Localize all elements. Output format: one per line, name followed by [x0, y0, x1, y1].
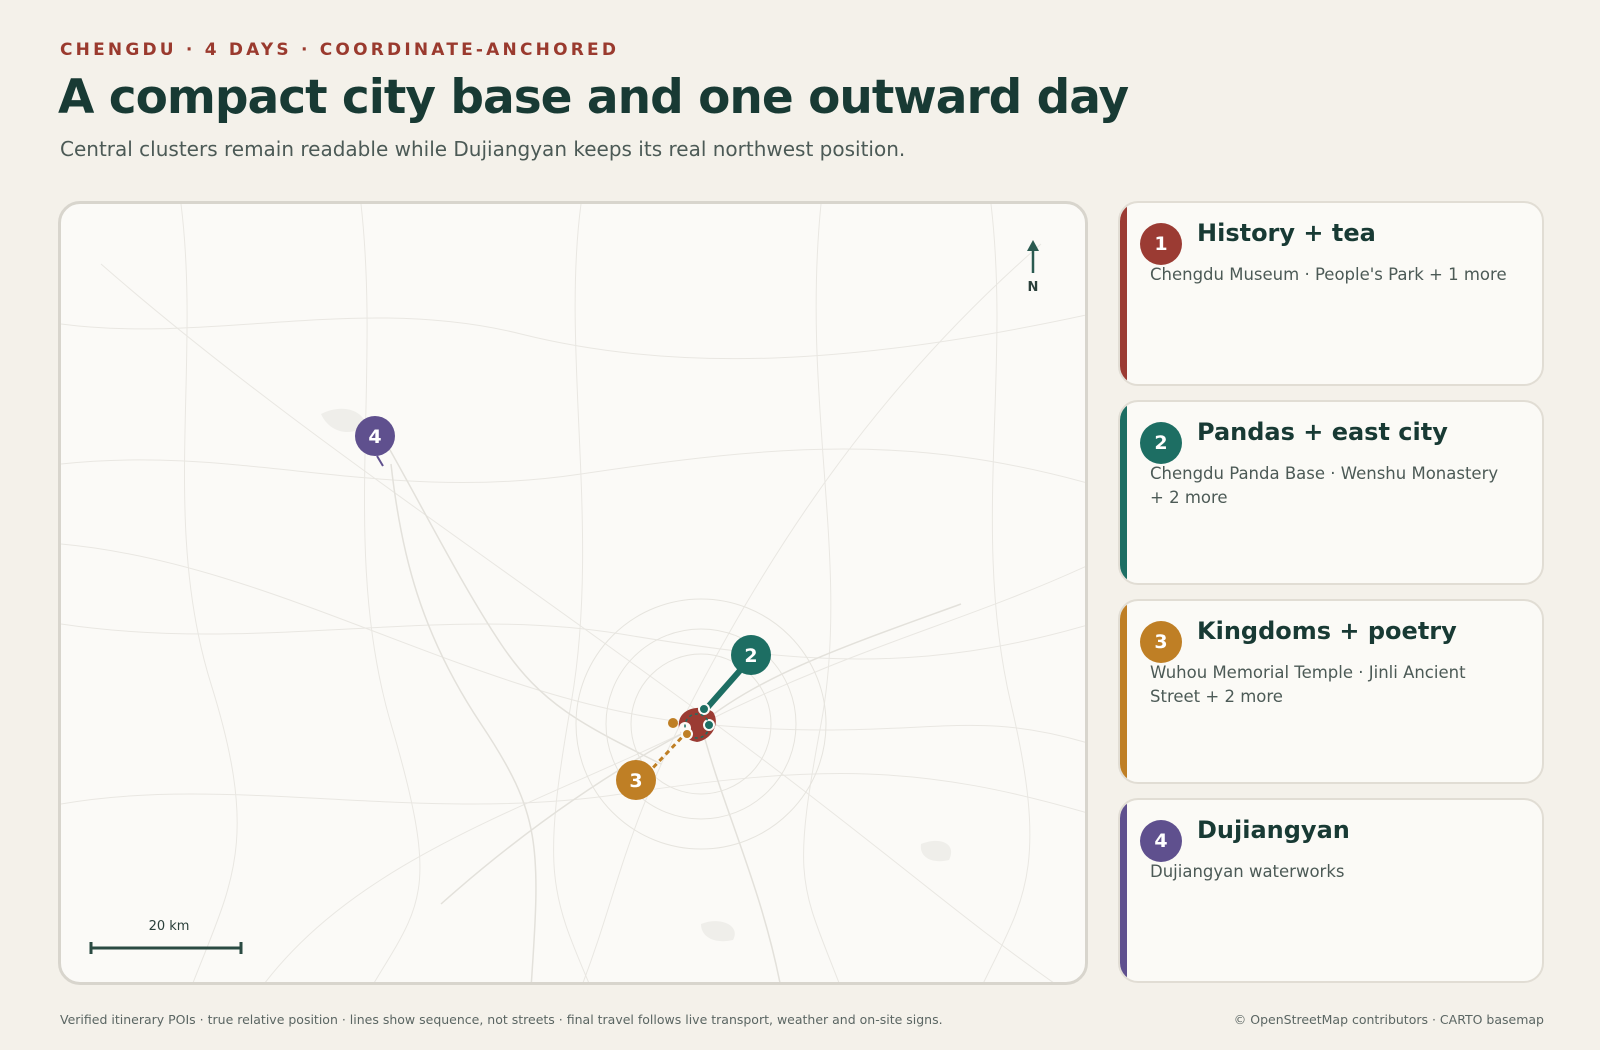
map-pin-day-3[interactable]: 3 — [616, 760, 656, 800]
scale-bar: 20 km — [89, 919, 249, 959]
map-panel[interactable]: 2 3 4 N 20 km — [58, 201, 1088, 985]
north-indicator: N — [1021, 240, 1045, 295]
day-places: Wuhou Memorial Temple · Jinli Ancient St… — [1150, 663, 1466, 706]
map-attribution[interactable]: © OpenStreetMap contributors · CARTO bas… — [1234, 1012, 1544, 1027]
day-places: Chengdu Museum · People's Park + 1 more — [1150, 265, 1507, 284]
svg-text:4: 4 — [368, 426, 381, 448]
map-pin-day-2[interactable]: 2 — [731, 635, 771, 675]
north-label: N — [1027, 280, 1039, 295]
scale-label: 20 km — [148, 919, 190, 934]
day-color-stripe — [1120, 203, 1127, 384]
day-card-3[interactable]: 3 Kingdoms + poetry Wuhou Memorial Templ… — [1118, 599, 1544, 784]
page-title: A compact city base and one outward day — [58, 70, 1129, 125]
svg-text:3: 3 — [629, 770, 642, 792]
day-places: Chengdu Panda Base · Wenshu Monastery + … — [1150, 464, 1499, 507]
day-title: History + tea — [1197, 219, 1376, 247]
day-color-stripe — [1120, 402, 1127, 583]
svg-text:2: 2 — [744, 645, 757, 667]
day-title: Kingdoms + poetry — [1197, 617, 1457, 645]
day-number-badge: 2 — [1140, 422, 1182, 464]
day-card-1[interactable]: 1 History + tea Chengdu Museum · People'… — [1118, 201, 1544, 386]
north-arrow-icon — [1027, 240, 1039, 273]
day-card-2[interactable]: 2 Pandas + east city Chengdu Panda Base … — [1118, 400, 1544, 585]
day-number-badge: 4 — [1140, 820, 1182, 862]
day-number-badge: 1 — [1140, 223, 1182, 265]
day-places: Dujiangyan waterworks — [1150, 862, 1345, 881]
scale-bar-graphic — [89, 942, 243, 954]
map-pin-day-4[interactable]: 4 — [355, 416, 395, 456]
day-title: Pandas + east city — [1197, 418, 1448, 446]
day-card-4[interactable]: 4 Dujiangyan Dujiangyan waterworks — [1118, 798, 1544, 983]
footer-note: Verified itinerary POIs · true relative … — [60, 1012, 943, 1027]
eyebrow: CHENGDU · 4 DAYS · COORDINATE-ANCHORED — [60, 40, 620, 60]
day-title: Dujiangyan — [1197, 816, 1350, 844]
page-subtitle: Central clusters remain readable while D… — [60, 137, 906, 161]
pin-layer: 2 3 4 — [355, 416, 771, 800]
day-number-badge: 3 — [1140, 621, 1182, 663]
day-color-stripe — [1120, 601, 1127, 782]
day-color-stripe — [1120, 800, 1127, 981]
